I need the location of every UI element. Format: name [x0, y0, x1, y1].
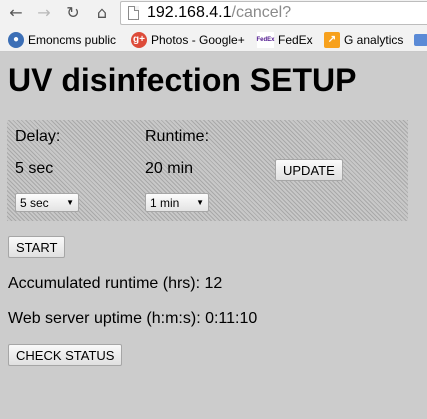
forward-arrow-icon[interactable]: → — [34, 2, 54, 22]
bookmark-folder[interactable] — [414, 31, 427, 48]
bookmark-label: Emoncms public — [28, 32, 117, 47]
delay-select-value: 5 sec — [20, 195, 49, 210]
page-title: UV disinfection SETUP — [8, 62, 357, 98]
back-arrow-icon[interactable]: ← — [6, 2, 26, 22]
check-status-button[interactable]: CHECK STATUS — [8, 344, 123, 366]
bookmark-emoncms[interactable]: ● Emoncms public — [8, 31, 116, 48]
fedex-icon: FedEx — [257, 31, 275, 48]
delay-select[interactable]: 5 sec ▼ — [15, 193, 79, 212]
reload-icon[interactable]: ↻ — [63, 2, 83, 22]
url-path: /cancel? — [231, 4, 292, 21]
runtime-current-value: 20 min — [145, 160, 194, 177]
page-icon — [128, 6, 139, 20]
runtime-label: Runtime: — [145, 128, 210, 145]
settings-panel: Delay: Runtime: 5 sec 20 min UPDATE 5 se… — [7, 120, 408, 221]
bookmarks-bar: ● Emoncms public g+ Photos - Google+ Fed… — [0, 27, 427, 52]
url-text: 192.168.4.1/cancel? — [147, 4, 291, 22]
update-button[interactable]: UPDATE — [275, 159, 343, 181]
url-host: 192.168.4.1 — [147, 4, 232, 21]
delay-current-value: 5 sec — [15, 160, 54, 177]
bookmark-google-photos[interactable]: g+ Photos - Google+ — [131, 31, 245, 48]
runtime-select-value: 1 min — [150, 195, 180, 210]
delay-label: Delay: — [15, 128, 61, 145]
uptime-text: Web server uptime (h:m:s): 0:11:10 — [8, 310, 258, 327]
bookmark-fedex[interactable]: FedEx FedEx — [257, 31, 313, 48]
accumulated-runtime-text: Accumulated runtime (hrs): 12 — [8, 275, 223, 292]
address-bar[interactable]: 192.168.4.1/cancel? — [120, 1, 427, 25]
folder-icon — [414, 33, 427, 46]
dropdown-arrow-icon: ▼ — [66, 198, 74, 207]
runtime-select[interactable]: 1 min ▼ — [145, 193, 209, 212]
bookmark-label: G analytics — [344, 32, 404, 47]
bookmark-label: Photos - Google+ — [151, 32, 245, 47]
emoncms-icon: ● — [8, 31, 24, 48]
start-button[interactable]: START — [8, 236, 66, 258]
bookmark-label: FedEx — [278, 32, 313, 47]
bookmark-g-analytics[interactable]: ↗ G analytics — [324, 31, 403, 48]
browser-toolbar: ← → ↻ ⌂ 192.168.4.1/cancel? — [0, 0, 427, 27]
dropdown-arrow-icon: ▼ — [196, 198, 204, 207]
google-plus-icon: g+ — [131, 31, 147, 48]
analytics-icon: ↗ — [324, 31, 340, 48]
home-icon[interactable]: ⌂ — [92, 2, 112, 22]
